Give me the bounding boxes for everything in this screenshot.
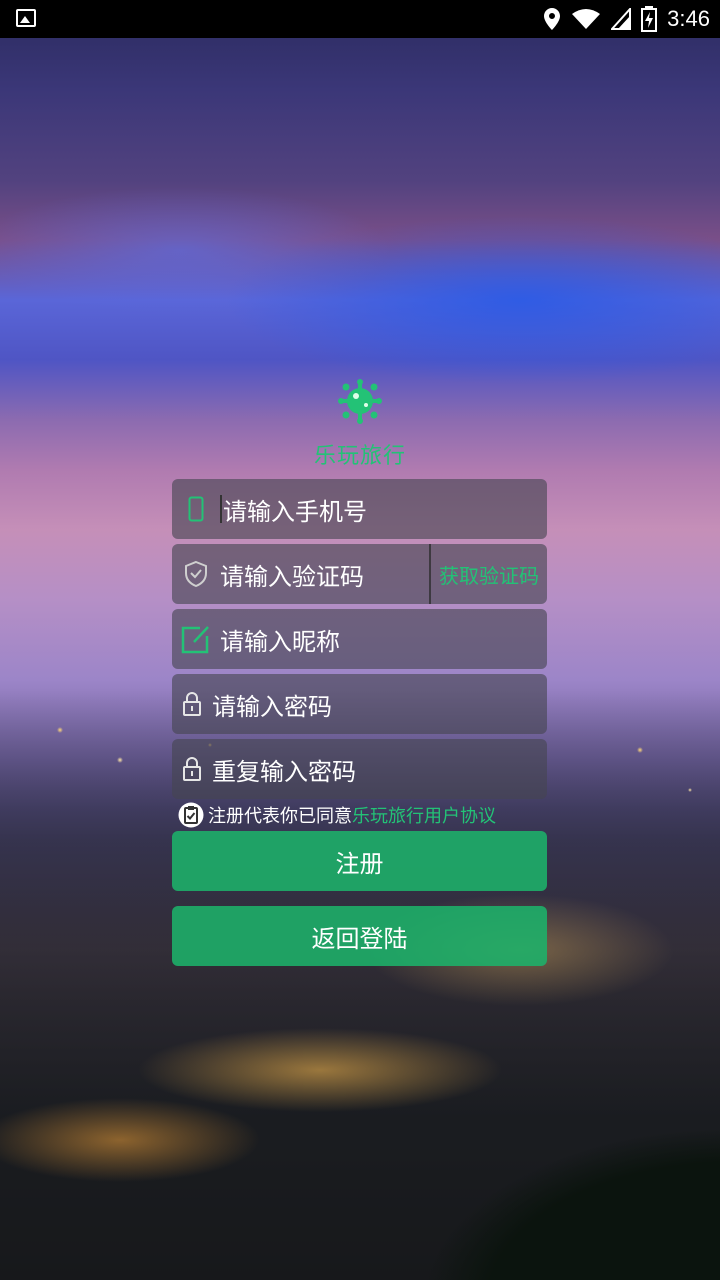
battery-icon: [641, 6, 658, 32]
status-bar: 3:46: [0, 0, 720, 38]
app-title: 乐玩旅行: [313, 444, 406, 469]
phone-placeholder: 请输入手机号: [223, 497, 367, 526]
lock-icon: [172, 674, 212, 734]
status-icons: 3:46: [543, 4, 710, 34]
user-agreement-link[interactable]: 乐玩旅行用户协议: [352, 802, 496, 828]
repeat-password-placeholder: 重复输入密码: [212, 757, 356, 786]
lock-icon: [172, 739, 212, 799]
back-to-login-button[interactable]: 返回登陆: [172, 906, 547, 966]
picture-icon: [16, 9, 36, 27]
agreement-text: 注册代表你已同意: [208, 806, 352, 827]
register-button[interactable]: 注册: [172, 831, 547, 891]
repeat-password-field[interactable]: 重复输入密码: [172, 739, 547, 799]
verification-code-field[interactable]: 请输入验证码 获取验证码: [172, 544, 547, 604]
phone-field[interactable]: 请输入手机号: [172, 479, 547, 539]
get-code-button[interactable]: 获取验证码: [429, 544, 547, 604]
shield-icon: [172, 544, 220, 604]
code-placeholder: 请输入验证码: [220, 562, 364, 591]
nickname-field[interactable]: 请输入昵称: [172, 609, 547, 669]
app-logo-icon: [338, 379, 382, 424]
location-icon: [544, 8, 561, 30]
text-cursor: [220, 495, 222, 523]
hill-silhouette: [320, 1060, 720, 1280]
signal-icon: [611, 8, 632, 30]
clipboard-check-icon[interactable]: [178, 802, 204, 828]
agreement-row: 注册代表你已同意 乐玩旅行用户协议: [178, 801, 496, 829]
phone-icon: [172, 479, 220, 539]
nickname-placeholder: 请输入昵称: [220, 627, 340, 656]
password-field[interactable]: 请输入密码: [172, 674, 547, 734]
password-placeholder: 请输入密码: [212, 692, 332, 721]
wifi-icon: [572, 9, 601, 29]
status-time: 3:46: [667, 6, 710, 31]
edit-icon: [172, 609, 220, 669]
